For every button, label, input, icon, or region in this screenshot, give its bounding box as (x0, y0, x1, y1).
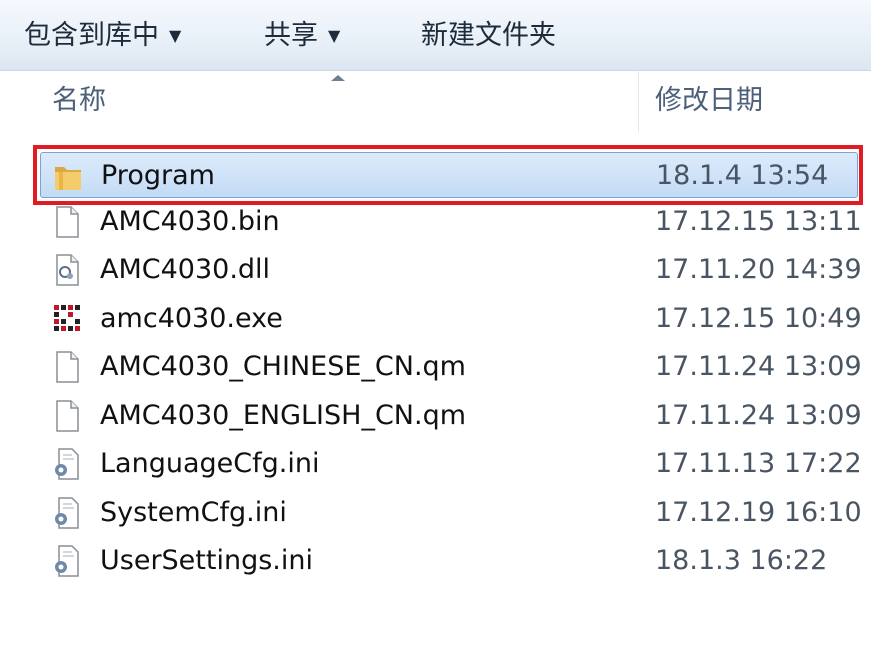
file-name: UserSettings.ini (100, 545, 313, 576)
file-list: Program 18.1.4 13:54 AMC4030.bin 17.12.1… (0, 0, 871, 661)
file-date: 17.11.13 17:22 (655, 448, 862, 479)
file-name: LanguageCfg.ini (100, 448, 320, 479)
file-date: 17.11.24 13:09 (655, 351, 862, 382)
highlight-annotation-box (33, 145, 863, 205)
file-name: AMC4030.dll (100, 254, 271, 285)
blank-file-icon (56, 206, 79, 238)
file-name: AMC4030_CHINESE_CN.qm (100, 351, 466, 382)
file-date: 17.12.15 13:11 (655, 206, 862, 237)
blank-file-icon (56, 400, 79, 432)
file-date: 17.11.20 14:39 (655, 254, 862, 285)
file-row-usersettings-ini[interactable]: UserSettings.ini 18.1.3 16:22 (40, 538, 858, 584)
ini-settings-icon (55, 545, 79, 577)
file-date: 18.1.3 16:22 (655, 545, 828, 576)
ini-settings-icon (55, 497, 79, 529)
file-row-amc4030-chinese-qm[interactable]: AMC4030_CHINESE_CN.qm 17.11.24 13:09 (40, 344, 862, 390)
dll-file-icon (56, 254, 79, 286)
file-name: AMC4030.bin (100, 206, 280, 237)
file-name: amc4030.exe (100, 303, 283, 334)
file-row-amc4030-bin[interactable]: AMC4030.bin 17.12.15 13:11 (40, 199, 862, 245)
ini-settings-icon (55, 448, 79, 480)
file-name: SystemCfg.ini (100, 497, 287, 528)
exe-app-icon (54, 305, 80, 333)
blank-file-icon (56, 351, 79, 383)
file-row-amc4030-dll[interactable]: AMC4030.dll 17.11.20 14:39 (40, 247, 862, 293)
file-date: 17.11.24 13:09 (655, 400, 862, 431)
file-row-amc4030-exe[interactable]: amc4030.exe 17.12.15 10:49 (40, 296, 862, 342)
file-date: 17.12.15 10:49 (655, 303, 862, 334)
file-name: AMC4030_ENGLISH_CN.qm (100, 400, 467, 431)
file-row-languagecfg-ini[interactable]: LanguageCfg.ini 17.11.13 17:22 (40, 441, 862, 487)
file-date: 17.12.19 16:10 (655, 497, 862, 528)
file-row-amc4030-english-qm[interactable]: AMC4030_ENGLISH_CN.qm 17.11.24 13:09 (40, 393, 862, 439)
file-row-systemcfg-ini[interactable]: SystemCfg.ini 17.12.19 16:10 (40, 490, 862, 536)
